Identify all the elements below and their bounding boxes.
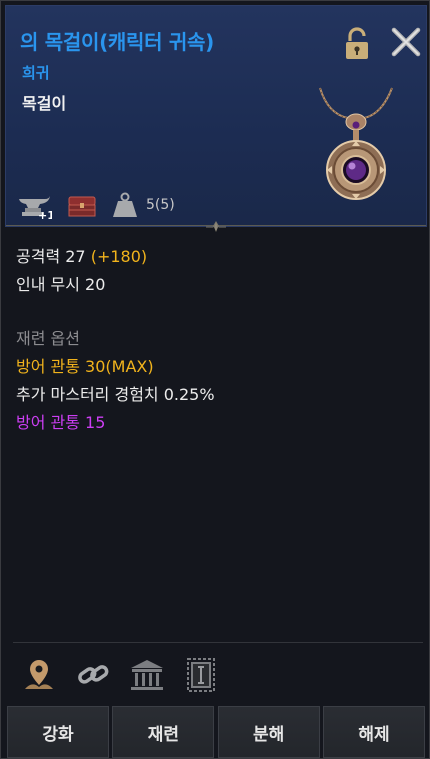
attack-value: 공격력 27 [16,247,86,266]
bottom-icon-row [19,653,235,697]
header-ornament [206,221,226,232]
reforge-option: 방어 관통 15 [16,413,106,432]
enhance-button[interactable]: 강화 [7,706,109,758]
reforge-button[interactable]: 재련 [112,706,215,758]
item-tooltip-panel: 의 목걸이(캐릭터 귀속) 희귀 목걸이 + 5(5) 공격력 27 (+180… [0,0,430,759]
reforge-title: 재련 옵션 [16,329,80,348]
map-pin-icon[interactable] [19,655,59,695]
bank-icon[interactable] [127,655,167,695]
close-icon[interactable] [389,25,423,59]
weight-value: 5(5) [146,197,175,213]
link-icon[interactable] [73,655,113,695]
header-icon-row: +1 5(5) [16,190,175,220]
book-icon[interactable] [181,655,221,695]
item-grade: 희귀 [22,64,50,82]
attack-bonus: (+180) [90,247,148,266]
item-header: 의 목걸이(캐릭터 귀속) 희귀 목걸이 + 5(5) [5,5,427,227]
unlock-icon[interactable] [343,27,373,61]
bottom-divider [13,642,423,643]
ignore-resist-stat: 인내 무시 20 [16,275,106,294]
chest-icon [68,196,96,217]
weight-icon [113,192,137,217]
unequip-button[interactable]: 해제 [322,706,425,758]
action-button-row: 강화 재련 분해 해제 [7,706,425,758]
attack-stat: 공격력 27 (+180) [16,243,416,271]
reforge-option: 방어 관통 30(MAX) [16,357,154,376]
item-title: 의 목걸이(캐릭터 귀속) [20,30,214,54]
necklace-item-image [319,87,393,200]
item-type: 목걸이 [22,94,67,113]
item-stats: 공격력 27 (+180) 인내 무시 20 재련 옵션 방어 관통 30(MA… [16,243,416,437]
anvil-icon: +1 [19,196,52,220]
dismantle-button[interactable]: 분해 [217,706,320,758]
reforge-option: 추가 마스터리 경험치 0.25% [16,385,215,404]
anvil-badge-text: +1 [38,209,52,220]
